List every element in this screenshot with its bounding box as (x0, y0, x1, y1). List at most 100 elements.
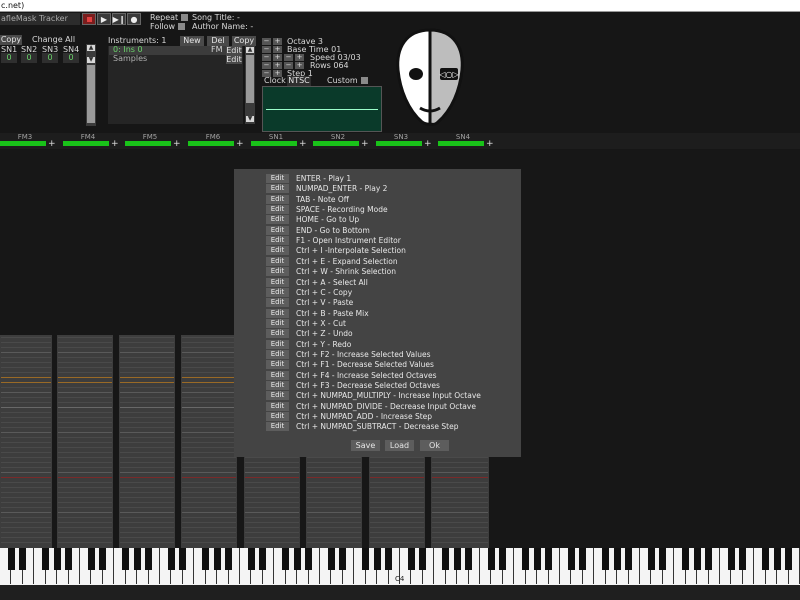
list-item[interactable]: Samples Edit (109, 54, 242, 64)
pattern-row[interactable] (182, 482, 236, 483)
edit-keybinding-button[interactable]: Edit (266, 401, 289, 411)
pattern-row[interactable] (182, 492, 236, 493)
pattern-row[interactable] (1, 532, 51, 533)
author-name[interactable]: Author Name: - (192, 22, 253, 32)
track-add-effect-button[interactable]: + (424, 140, 432, 149)
save-button[interactable]: Save (351, 440, 380, 451)
scroll-down-icon[interactable]: ▼ (246, 116, 254, 122)
piano-black-key[interactable] (705, 548, 713, 570)
piano-black-key[interactable] (179, 548, 187, 570)
pattern-row[interactable] (58, 487, 112, 488)
pattern-row[interactable] (432, 472, 488, 473)
pattern-row[interactable] (182, 452, 236, 453)
pattern-row[interactable] (58, 407, 112, 408)
pattern-row[interactable] (1, 487, 51, 488)
pattern-row[interactable] (370, 477, 424, 478)
piano-black-key[interactable] (19, 548, 27, 570)
edit-keybinding-button[interactable]: Edit (266, 308, 289, 318)
edit-keybinding-button[interactable]: Edit (266, 277, 289, 287)
pattern-row[interactable] (370, 457, 424, 458)
pattern-row[interactable] (245, 477, 299, 478)
pattern-row[interactable] (245, 527, 299, 528)
pattern-row[interactable] (182, 422, 236, 423)
base-time-increase[interactable]: + (273, 46, 282, 53)
pattern-row[interactable] (182, 532, 236, 533)
piano-black-key[interactable] (7, 548, 15, 570)
pattern-row[interactable] (1, 442, 51, 443)
pattern-row[interactable] (182, 402, 236, 403)
pattern-row[interactable] (1, 512, 51, 513)
pattern-row[interactable] (432, 477, 488, 478)
rows-increase-more[interactable]: + (295, 62, 304, 69)
pattern-row[interactable] (1, 337, 51, 338)
pattern-row[interactable] (182, 527, 236, 528)
piano-black-key[interactable] (305, 548, 313, 570)
custom-clock-checkbox[interactable] (360, 77, 368, 84)
channel-value-sn1[interactable]: 0 (1, 53, 17, 63)
pattern-row[interactable] (1, 502, 51, 503)
pattern-row[interactable] (370, 472, 424, 473)
piano-black-key[interactable] (625, 548, 633, 570)
pattern-row[interactable] (432, 542, 488, 543)
piano-black-key[interactable] (87, 548, 95, 570)
pattern-row[interactable] (182, 367, 236, 368)
track-add-effect-button[interactable]: + (236, 140, 244, 149)
pattern-row[interactable] (182, 397, 236, 398)
pattern-row[interactable] (432, 467, 488, 468)
channel-scrollbar[interactable]: ▲ ▼ (86, 44, 96, 126)
pattern-row[interactable] (58, 477, 112, 478)
pattern-row[interactable] (1, 492, 51, 493)
edit-keybinding-button[interactable]: Edit (266, 422, 289, 432)
pattern-row[interactable] (58, 377, 112, 378)
pattern-row[interactable] (370, 497, 424, 498)
pattern-row[interactable] (120, 442, 174, 443)
pattern-row[interactable] (1, 397, 51, 398)
play-button[interactable]: ▶ (97, 13, 111, 25)
pattern-row[interactable] (120, 387, 174, 388)
piano-black-key[interactable] (659, 548, 667, 570)
pattern-row[interactable] (182, 357, 236, 358)
pattern-row[interactable] (432, 492, 488, 493)
edit-keybinding-button[interactable]: Edit (266, 236, 289, 246)
pattern-row[interactable] (58, 527, 112, 528)
pattern-row[interactable] (307, 502, 361, 503)
pattern-row[interactable] (432, 527, 488, 528)
pattern-row[interactable] (182, 517, 236, 518)
pattern-row[interactable] (1, 367, 51, 368)
piano-black-key[interactable] (785, 548, 793, 570)
piano-black-key[interactable] (773, 548, 781, 570)
track-volume-bar[interactable] (251, 141, 297, 146)
custom-clock-toggle[interactable]: Custom (327, 76, 368, 86)
pattern-row[interactable] (245, 507, 299, 508)
pattern-row[interactable] (245, 497, 299, 498)
pattern-row[interactable] (182, 382, 236, 383)
pattern-row[interactable] (120, 542, 174, 543)
edit-keybinding-button[interactable]: Edit (266, 267, 289, 277)
pattern-row[interactable] (120, 372, 174, 373)
edit-keybinding-button[interactable]: Edit (266, 391, 289, 401)
piano-black-key[interactable] (613, 548, 621, 570)
rows-decrease-more[interactable]: − (284, 62, 293, 69)
pattern-row[interactable] (307, 477, 361, 478)
pattern-row[interactable] (58, 502, 112, 503)
rows-increase[interactable]: + (273, 62, 282, 69)
pattern-row[interactable] (120, 447, 174, 448)
pattern-row[interactable] (120, 397, 174, 398)
pattern-row[interactable] (182, 337, 236, 338)
pattern-row[interactable] (120, 342, 174, 343)
pattern-row[interactable] (1, 342, 51, 343)
pattern-row[interactable] (432, 502, 488, 503)
pattern-row[interactable] (120, 452, 174, 453)
pattern-row[interactable] (245, 517, 299, 518)
pattern-row[interactable] (245, 537, 299, 538)
pattern-row[interactable] (1, 497, 51, 498)
pattern-row[interactable] (182, 377, 236, 378)
edit-keybinding-button[interactable]: Edit (266, 318, 289, 328)
pattern-column[interactable] (244, 455, 300, 548)
pattern-row[interactable] (58, 497, 112, 498)
pattern-row[interactable] (307, 537, 361, 538)
pattern-row[interactable] (1, 477, 51, 478)
pattern-row[interactable] (120, 492, 174, 493)
pattern-row[interactable] (432, 487, 488, 488)
pattern-row[interactable] (120, 537, 174, 538)
